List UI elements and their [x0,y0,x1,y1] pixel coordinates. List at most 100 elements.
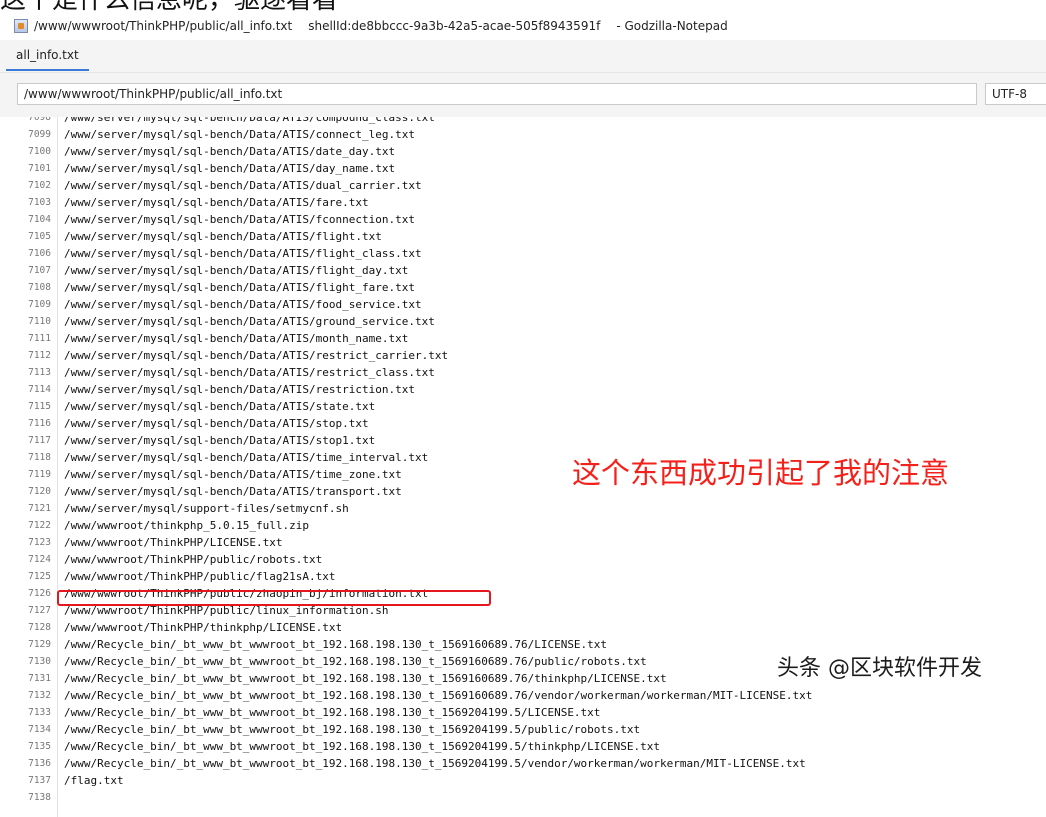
line-text: /flag.txt [64,774,124,787]
editor-line[interactable]: 7110/www/server/mysql/sql-bench/Data/ATI… [0,313,1046,330]
editor-line[interactable]: 7112/www/server/mysql/sql-bench/Data/ATI… [0,347,1046,364]
editor-line[interactable]: 7103/www/server/mysql/sql-bench/Data/ATI… [0,194,1046,211]
line-number: 7112 [28,350,51,361]
window-titlebar: /www/wwwroot/ThinkPHP/public/all_info.tx… [0,14,1046,38]
editor-line[interactable]: 7123/www/wwwroot/ThinkPHP/LICENSE.txt [0,534,1046,551]
editor-line[interactable]: 7108/www/server/mysql/sql-bench/Data/ATI… [0,279,1046,296]
line-text: /www/Recycle_bin/_bt_www_bt_wwwroot_bt_1… [64,638,608,651]
line-text: /www/server/mysql/sql-bench/Data/ATIS/da… [64,162,396,175]
line-number: 7119 [28,469,51,480]
line-number: 7102 [28,180,51,191]
line-number: 7131 [28,673,51,684]
line-text: /www/Recycle_bin/_bt_www_bt_wwwroot_bt_1… [64,655,647,668]
line-number: 7115 [28,401,51,412]
line-number: 7124 [28,554,51,565]
editor-line[interactable]: 7135/www/Recycle_bin/_bt_www_bt_wwwroot_… [0,738,1046,755]
editor-line[interactable]: 7138 [0,789,1046,806]
window-file-path: /www/wwwroot/ThinkPHP/public/all_info.tx… [34,19,293,33]
line-number: 7118 [28,452,51,463]
editor-line[interactable]: 7100/www/server/mysql/sql-bench/Data/ATI… [0,143,1046,160]
window-app-name: - Godzilla-Notepad [616,19,728,33]
line-number: 7133 [28,707,51,718]
line-text: /www/server/mysql/support-files/setmycnf… [64,502,349,515]
annotation-text: 这个东西成功引起了我的注意 [572,456,950,490]
editor-line[interactable]: 7134/www/Recycle_bin/_bt_www_bt_wwwroot_… [0,721,1046,738]
path-bar: /www/wwwroot/ThinkPHP/public/all_info.tx… [0,73,1046,192]
editor-line[interactable]: 7114/www/server/mysql/sql-bench/Data/ATI… [0,381,1046,398]
line-number: 7101 [28,163,51,174]
line-text: /www/wwwroot/thinkphp_5.0.15_full.zip [64,519,310,532]
line-text: /www/server/mysql/sql-bench/Data/ATIS/tr… [64,485,402,498]
line-number: 7122 [28,520,51,531]
line-text: /www/Recycle_bin/_bt_www_bt_wwwroot_bt_1… [64,672,667,685]
line-text: /www/wwwroot/ThinkPHP/LICENSE.txt [64,536,283,549]
path-input[interactable]: /www/wwwroot/ThinkPHP/public/all_info.tx… [17,83,977,105]
editor-line[interactable]: 7128/www/wwwroot/ThinkPHP/thinkphp/LICEN… [0,619,1046,636]
tab-all-info[interactable]: all_info.txt [6,42,89,71]
line-number: 7128 [28,622,51,633]
editor-line[interactable]: 7113/www/server/mysql/sql-bench/Data/ATI… [0,364,1046,381]
editor-line[interactable]: 7107/www/server/mysql/sql-bench/Data/ATI… [0,262,1046,279]
editor-line[interactable]: 7121/www/server/mysql/support-files/setm… [0,500,1046,517]
line-text: /www/server/mysql/sql-bench/Data/ATIS/fl… [64,230,382,243]
line-text: /www/Recycle_bin/_bt_www_bt_wwwroot_bt_1… [64,723,641,736]
line-number: 7099 [28,129,51,140]
editor-line[interactable]: 7104/www/server/mysql/sql-bench/Data/ATI… [0,211,1046,228]
line-number: 7132 [28,690,51,701]
line-number: 7104 [28,214,51,225]
line-number: 7111 [28,333,51,344]
editor-line[interactable]: 7098/www/server/mysql/sql-bench/Data/ATI… [0,117,1046,126]
line-number: 7100 [28,146,51,157]
line-number: 7130 [28,656,51,667]
line-number: 7137 [28,775,51,786]
line-text: /www/server/mysql/sql-bench/Data/ATIS/fa… [64,196,369,209]
line-text: /www/Recycle_bin/_bt_www_bt_wwwroot_bt_1… [64,689,813,702]
line-number: 7105 [28,231,51,242]
line-text: /www/server/mysql/sql-bench/Data/ATIS/da… [64,145,396,158]
line-number: 7126 [28,588,51,599]
line-number: 7117 [28,435,51,446]
editor-line[interactable]: 7109/www/server/mysql/sql-bench/Data/ATI… [0,296,1046,313]
line-number: 7123 [28,537,51,548]
line-number: 7135 [28,741,51,752]
line-number: 7113 [28,367,51,378]
line-text: /www/server/mysql/sql-bench/Data/ATIS/gr… [64,315,435,328]
editor-line[interactable]: 7136/www/Recycle_bin/_bt_www_bt_wwwroot_… [0,755,1046,772]
editor-line[interactable]: 7116/www/server/mysql/sql-bench/Data/ATI… [0,415,1046,432]
line-text: /www/server/mysql/sql-bench/Data/ATIS/st… [64,400,376,413]
editor-line[interactable]: 7137/flag.txt [0,772,1046,789]
editor-line[interactable]: 7122/www/wwwroot/thinkphp_5.0.15_full.zi… [0,517,1046,534]
editor-line[interactable]: 7099/www/server/mysql/sql-bench/Data/ATI… [0,126,1046,143]
editor-line[interactable]: 7132/www/Recycle_bin/_bt_www_bt_wwwroot_… [0,687,1046,704]
line-text: /www/wwwroot/ThinkPHP/public/robots.txt [64,553,323,566]
line-text: /www/Recycle_bin/_bt_www_bt_wwwroot_bt_1… [64,706,601,719]
line-number: 7121 [28,503,51,514]
editor-line[interactable]: 7117/www/server/mysql/sql-bench/Data/ATI… [0,432,1046,449]
line-number: 7108 [28,282,51,293]
line-number: 7136 [28,758,51,769]
editor-line[interactable]: 7124/www/wwwroot/ThinkPHP/public/robots.… [0,551,1046,568]
line-text: /www/server/mysql/sql-bench/Data/ATIS/co… [64,128,415,141]
line-text: /www/server/mysql/sql-bench/Data/ATIS/co… [64,117,435,124]
line-text: /www/server/mysql/sql-bench/Data/ATIS/fl… [64,247,422,260]
line-number: 7103 [28,197,51,208]
window-shell-id: shellId:de8bbccc-9a3b-42a5-acae-505f8943… [308,19,601,33]
line-number: 7106 [28,248,51,259]
line-text: /www/server/mysql/sql-bench/Data/ATIS/fc… [64,213,415,226]
line-number: 7114 [28,384,51,395]
editor-line[interactable]: 7105/www/server/mysql/sql-bench/Data/ATI… [0,228,1046,245]
editor-line[interactable]: 7106/www/server/mysql/sql-bench/Data/ATI… [0,245,1046,262]
line-number: 7125 [28,571,51,582]
editor-line[interactable]: 7102/www/server/mysql/sql-bench/Data/ATI… [0,177,1046,194]
encoding-select[interactable]: UTF-8 [985,83,1046,105]
editor-line[interactable]: 7125/www/wwwroot/ThinkPHP/public/flag21s… [0,568,1046,585]
line-number: 7138 [28,792,51,803]
line-text: /www/wwwroot/ThinkPHP/public/flag21sA.tx… [64,570,336,583]
editor-line[interactable]: 7111/www/server/mysql/sql-bench/Data/ATI… [0,330,1046,347]
editor-line[interactable]: 7101/www/server/mysql/sql-bench/Data/ATI… [0,160,1046,177]
editor-line[interactable]: 7133/www/Recycle_bin/_bt_www_bt_wwwroot_… [0,704,1046,721]
highlight-box [57,590,491,606]
editor-line[interactable]: 7115/www/server/mysql/sql-bench/Data/ATI… [0,398,1046,415]
line-text: /www/server/mysql/sql-bench/Data/ATIS/re… [64,366,435,379]
tab-bar: all_info.txt [0,40,1046,73]
